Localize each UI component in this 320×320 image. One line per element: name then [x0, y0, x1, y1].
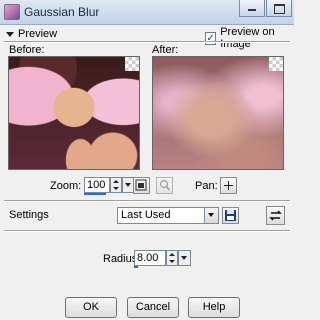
divider — [4, 41, 290, 43]
divider — [4, 200, 290, 202]
zoom-spinner-icon[interactable] — [110, 177, 122, 193]
fit-window-button[interactable] — [133, 177, 150, 194]
preview-on-image-control[interactable]: ✓ Preview on Image — [205, 26, 294, 50]
transparency-checker — [269, 57, 283, 71]
settings-selected-value: Last Used — [121, 209, 171, 221]
before-preview-image[interactable] — [8, 56, 140, 170]
reset-arrows-icon — [269, 210, 282, 221]
zoom-label: Zoom: — [50, 180, 82, 192]
zoom-slider-indicator[interactable] — [84, 193, 106, 195]
window-title: Gaussian Blur — [24, 5, 100, 19]
zoom-tool-button[interactable] — [156, 177, 173, 194]
settings-preset-select[interactable]: Last Used — [117, 207, 219, 224]
radius-input[interactable] — [135, 251, 165, 265]
after-preview-image[interactable] — [152, 56, 284, 170]
magnifier-icon — [159, 179, 171, 191]
pan-label: Pan: — [195, 180, 218, 192]
before-label: Before: — [9, 44, 45, 56]
radius-field[interactable] — [134, 250, 166, 266]
title-bar: Gaussian Blur — [0, 0, 294, 25]
pan-button[interactable] — [220, 177, 237, 194]
minimize-button[interactable] — [239, 0, 265, 17]
chevron-down-icon[interactable] — [204, 208, 218, 223]
radius-spinner-icon[interactable] — [166, 250, 178, 266]
floppy-disk-icon — [225, 210, 236, 221]
radius-dropdown-button[interactable] — [178, 250, 191, 266]
preview-section-label: Preview — [18, 28, 58, 40]
save-preset-button[interactable] — [222, 207, 239, 224]
window-controls — [238, 0, 292, 20]
ok-button[interactable]: OK — [65, 297, 117, 318]
divider — [4, 230, 290, 232]
collapse-triangle-icon — [6, 31, 14, 37]
preview-on-image-label: Preview on Image — [220, 26, 275, 50]
radius-slider-indicator[interactable] — [134, 266, 138, 268]
crosshair-move-icon — [224, 181, 233, 190]
app-icon — [4, 4, 20, 20]
preview-collapse-toggle[interactable]: Preview — [6, 27, 57, 41]
after-label: After: — [152, 44, 179, 56]
help-button[interactable]: Help — [188, 297, 240, 318]
transparency-checker — [125, 57, 139, 71]
zoom-input[interactable] — [85, 178, 109, 192]
settings-label: Settings — [9, 209, 49, 221]
cancel-button[interactable]: Cancel — [127, 297, 179, 318]
reset-defaults-button[interactable] — [266, 206, 285, 225]
zoom-field[interactable] — [84, 177, 110, 193]
fit-window-icon — [135, 179, 147, 191]
maximize-button[interactable] — [266, 0, 292, 17]
